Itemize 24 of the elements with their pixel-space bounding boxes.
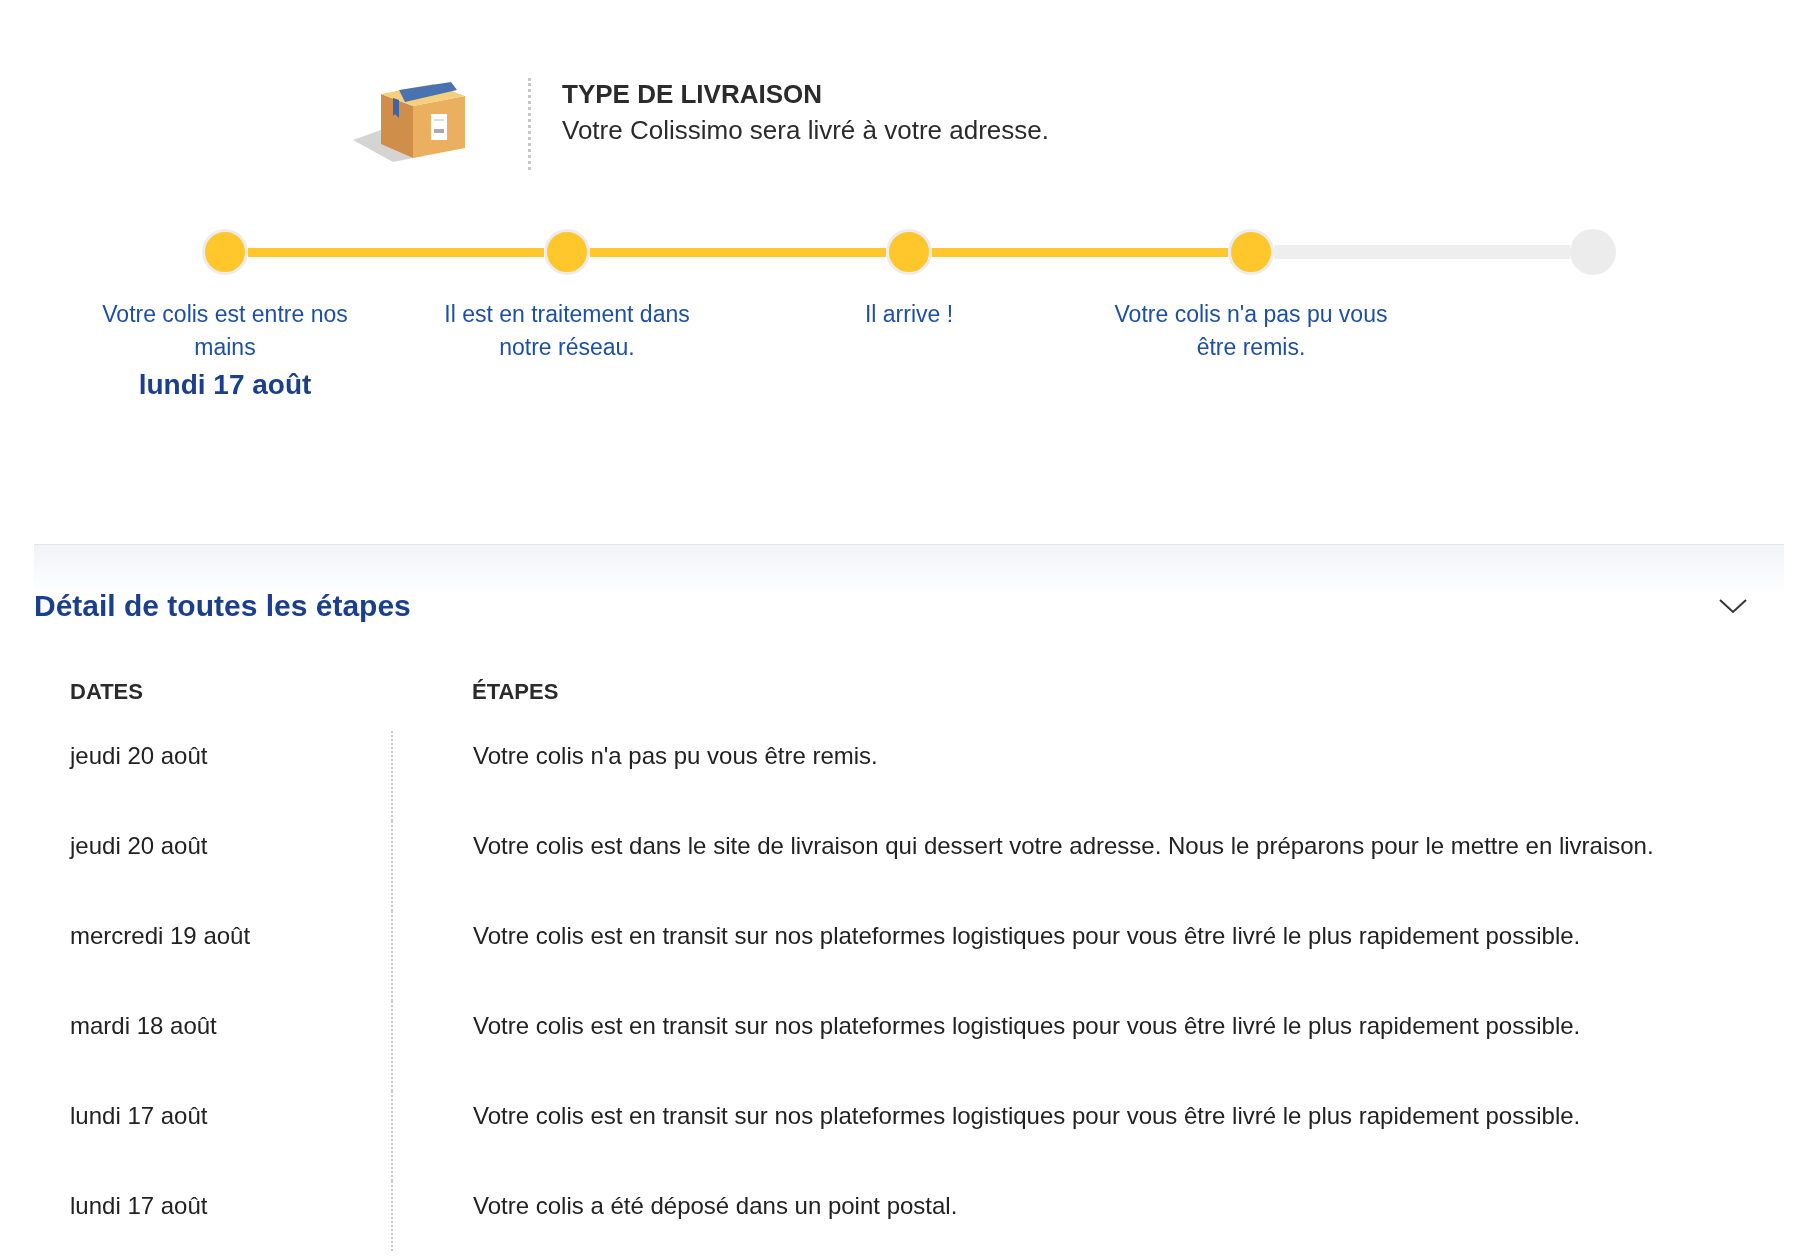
details-heading: Détail de toutes les étapes — [34, 588, 411, 624]
step-label: Votre colis n'a pas pu vous être remis. — [1113, 300, 1389, 362]
event-date: jeudi 20 août — [70, 832, 208, 859]
event-description: Votre colis est dans le site de livraison qui dessert votre adresse. Nous le préparons pour le mettre en livraison. — [473, 832, 1654, 859]
step-label: Votre colis est entre nos mains — [101, 300, 349, 362]
event-date: jeudi 20 août — [70, 742, 208, 769]
event-description: Votre colis n'a pas pu vous être remis. — [473, 742, 878, 769]
event-description: Votre colis est en transit sur nos plateformes logistiques pour vous être livré le plus rapidement possible. — [473, 922, 1581, 949]
event-date: lundi 17 août — [70, 1192, 208, 1219]
step-label: Il arrive ! — [863, 300, 955, 329]
step-date: lundi 17 août — [138, 368, 312, 402]
event-description: Votre colis est en transit sur nos plateformes logistiques pour vous être livré le plus rapidement possible. — [473, 1102, 1581, 1129]
chevron-icon — [1718, 596, 1748, 616]
column-header: DATES — [70, 677, 392, 731]
event-description: Votre colis est en transit sur nos plateformes logistiques pour vous être livré le plus rapidement possible. — [473, 1012, 1581, 1039]
column-header: ÉTAPES — [392, 677, 1654, 731]
expand-toggle[interactable] — [1718, 596, 1748, 616]
delivery-type-title: TYPE DE LIVRAISON — [562, 78, 824, 110]
event-date: mardi 18 août — [70, 1012, 217, 1039]
event-date: lundi 17 août — [70, 1102, 208, 1129]
delivery-type-description: Votre Colissimo sera livré à votre adresse. — [562, 114, 1049, 146]
step-label: Il est en traitement dans notre réseau. — [443, 300, 691, 362]
event-date: mercredi 19 août — [70, 922, 251, 949]
event-description: Votre colis a été déposé dans un point postal. — [473, 1192, 958, 1219]
